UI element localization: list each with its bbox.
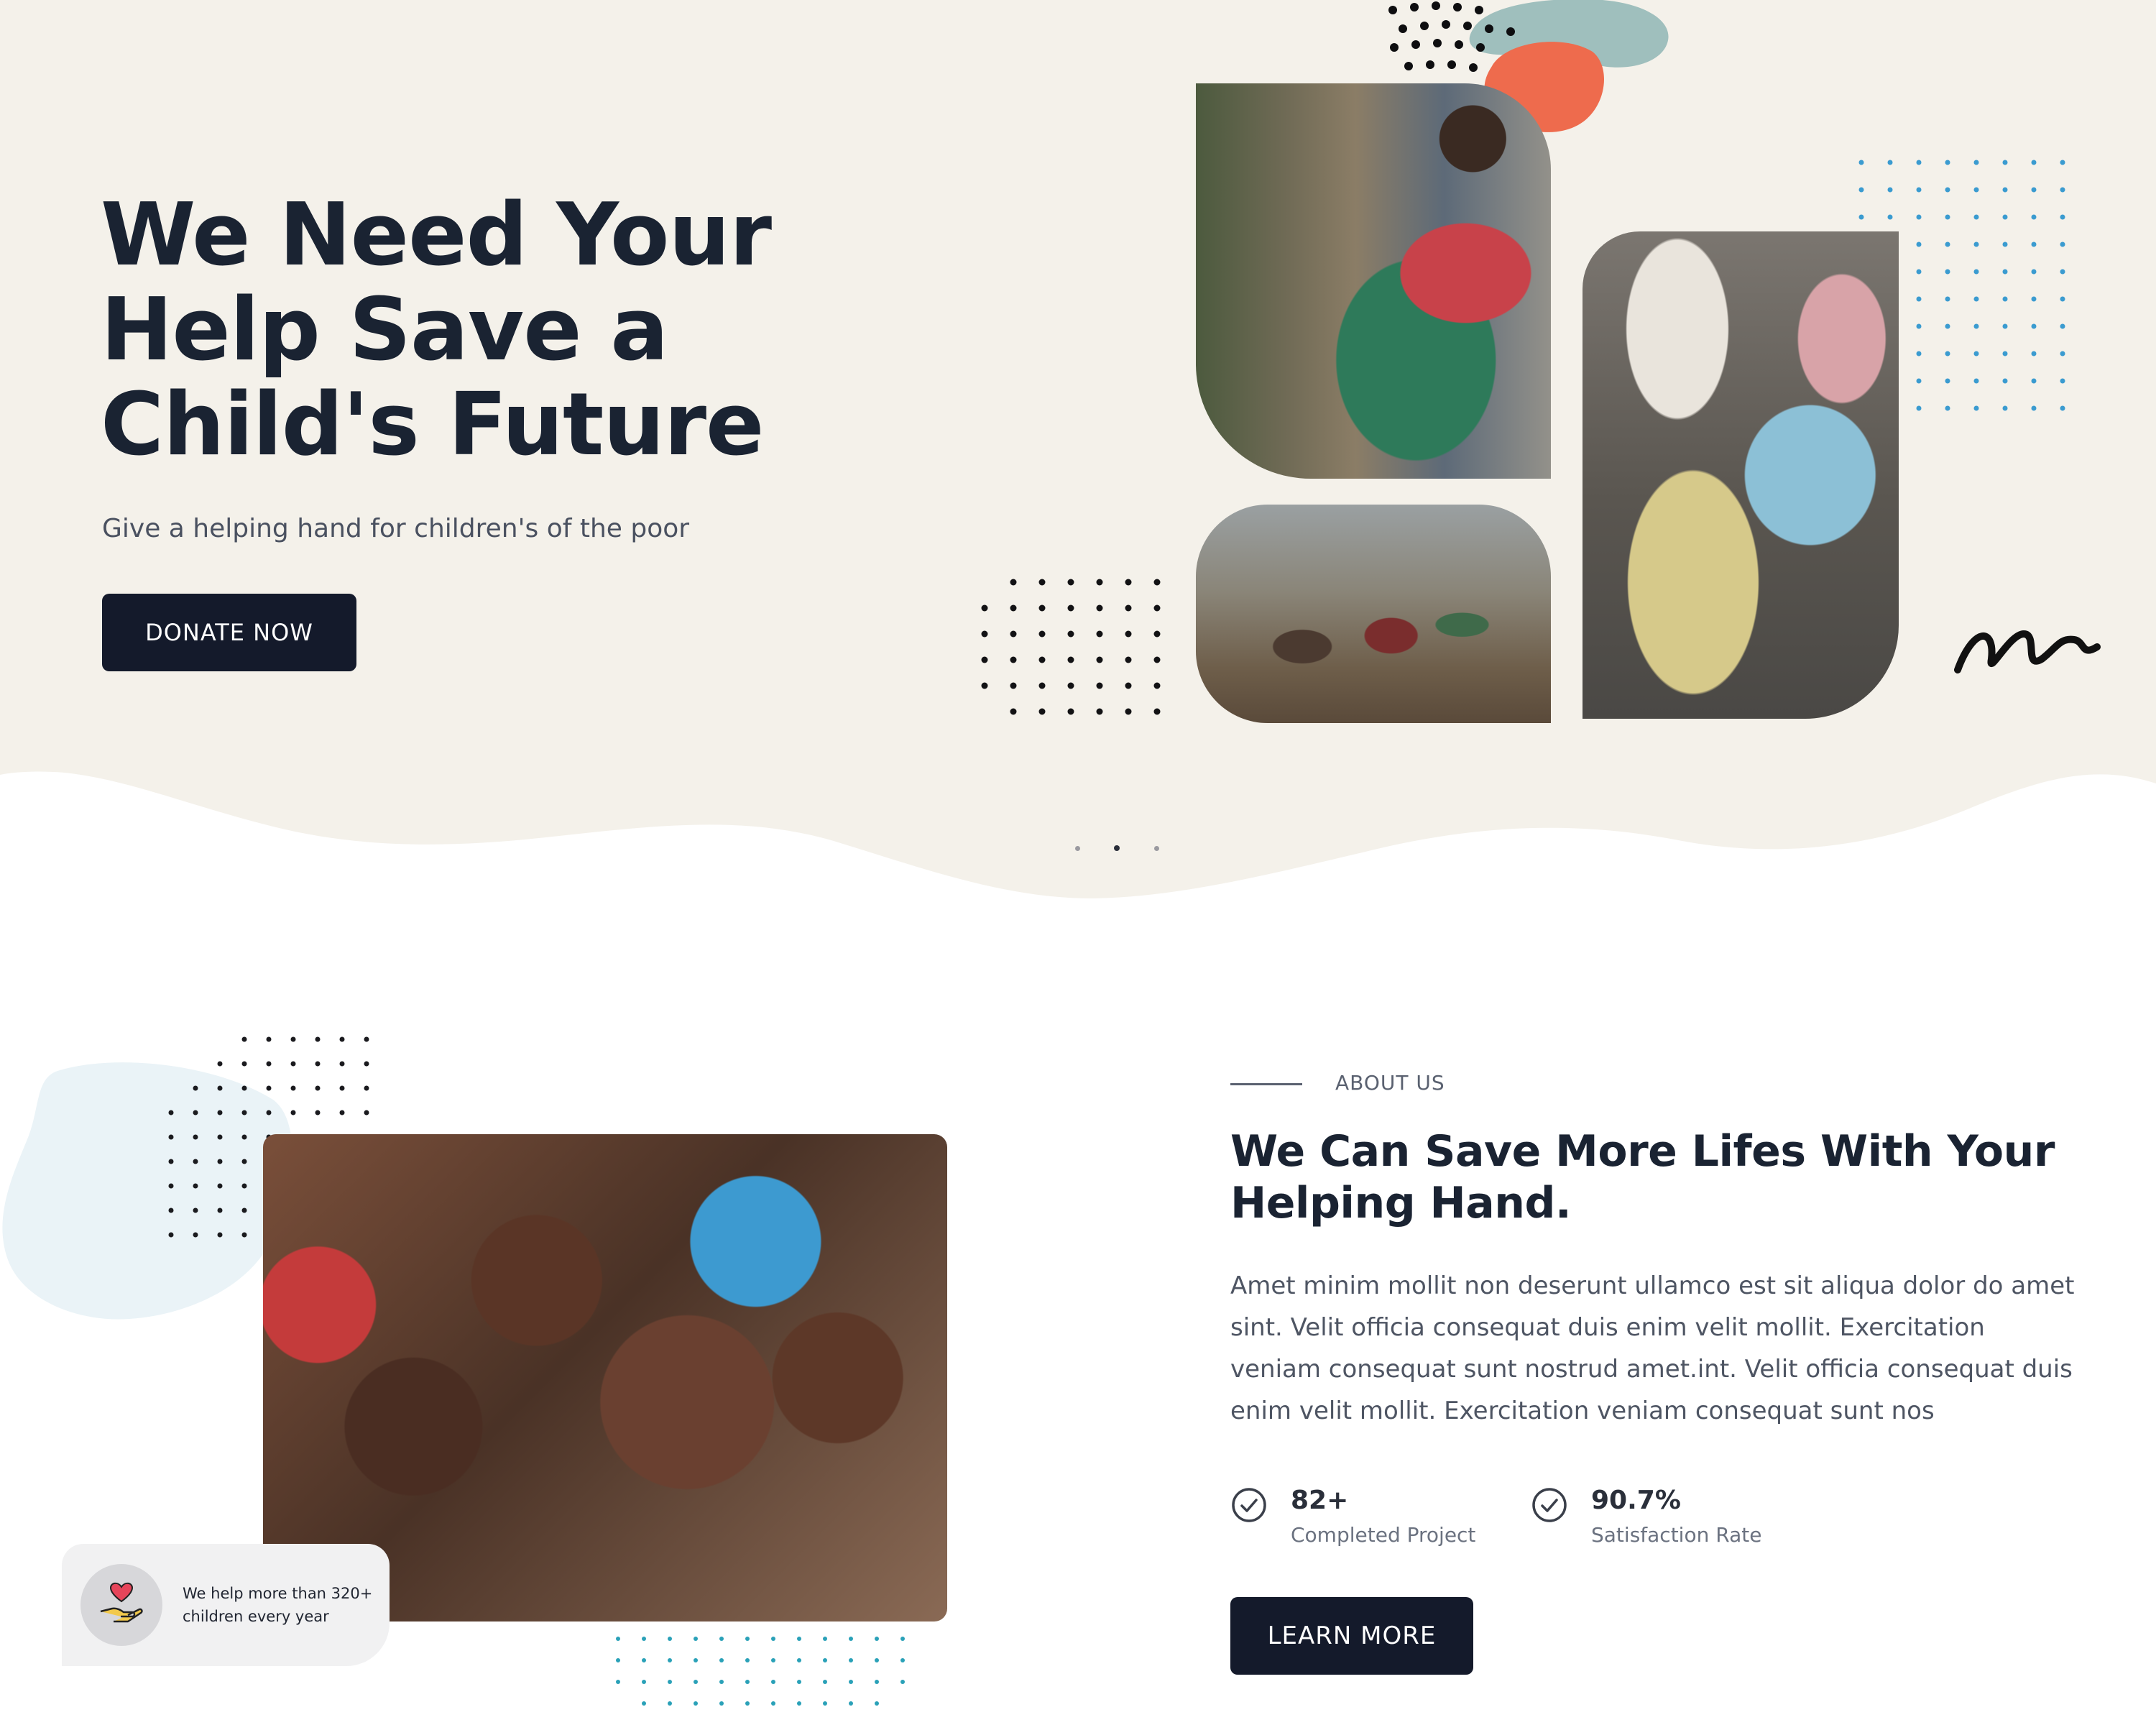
stat-label: Satisfaction Rate: [1591, 1523, 1762, 1547]
black-dots-cluster: [1388, 1, 1515, 72]
slider-dot-3[interactable]: [1154, 846, 1159, 851]
badge-text: We help more than 320+ children every ye…: [183, 1585, 373, 1625]
about-body: Amet minim mollit non deserunt ullamco e…: [1230, 1271, 2075, 1425]
page: We Need Your Help Save a Child's Future …: [0, 0, 2156, 1725]
stat-satisfaction-rate: 90.7% Satisfaction Rate: [1531, 1485, 1761, 1550]
black-dot-grid: [981, 579, 1161, 715]
stat-completed-projects: 82+ Completed Project: [1230, 1485, 1475, 1550]
children-playing-photo: [1196, 505, 1551, 723]
hero-subtitle: Give a helping hand for children's of th…: [102, 514, 690, 543]
children-group-photo: [1583, 231, 1899, 719]
children-helped-badge: We help more than 320+ children every ye…: [62, 1544, 390, 1666]
stat-value: 90.7%: [1591, 1486, 1681, 1515]
stat-label: Completed Project: [1291, 1523, 1476, 1547]
teal-dot-grid-about: [616, 1637, 905, 1706]
stat-value: 82+: [1291, 1486, 1349, 1515]
slider-dot-2[interactable]: [1114, 845, 1120, 851]
check-circle-icon: [1532, 1488, 1567, 1522]
about-title: We Can Save More Lifes With Your Helping…: [1230, 1126, 2055, 1228]
learn-more-button[interactable]: LEARN MORE: [1230, 1597, 1473, 1675]
girl-sitting-photo: [1196, 83, 1551, 479]
check-circle-icon: [1232, 1488, 1266, 1522]
slider-dot-1[interactable]: [1075, 846, 1080, 851]
about-section-label: ABOUT US: [1335, 1071, 1445, 1095]
section-divider-line: [1230, 1083, 1302, 1085]
hero-title: We Need Your Help Save a Child's Future: [101, 185, 772, 475]
donate-now-button[interactable]: DONATE NOW: [102, 594, 356, 671]
squiggle-shape: [1954, 630, 2101, 673]
heart-hand-icon: [80, 1564, 162, 1646]
